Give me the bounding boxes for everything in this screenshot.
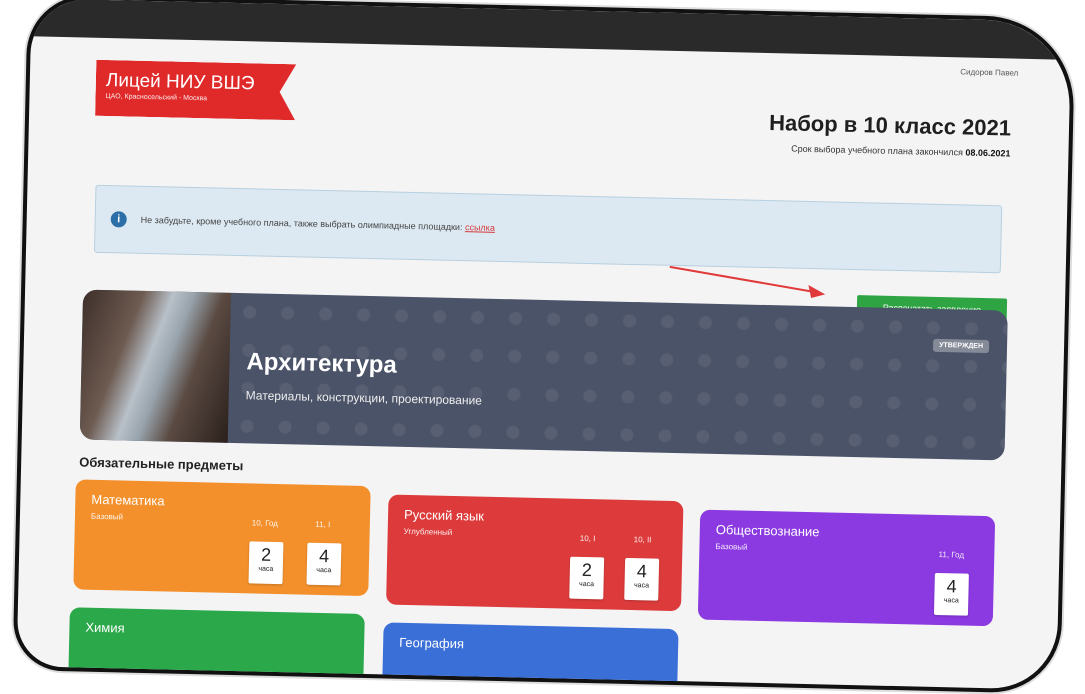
logo-title: Лицей НИУ ВШЭ <box>105 69 255 95</box>
deadline-date: 08.06.2021 <box>965 147 1011 159</box>
hours-box: 4 часа <box>624 557 660 601</box>
term-label: 10, II <box>633 535 652 545</box>
term-label: 11, Год <box>938 550 965 560</box>
subject-level: Базовый <box>90 511 124 522</box>
notice-message: Не забудьте, кроме учебного плана, также… <box>140 214 463 233</box>
deadline-info: Срок выбора учебного плана закончился 08… <box>791 144 1011 159</box>
hours-unit: часа <box>316 566 332 575</box>
deadline-text: Срок выбора учебного плана закончился <box>791 143 964 158</box>
subject-name: География <box>399 634 465 652</box>
subject-name: Химия <box>85 619 125 636</box>
status-badge: УТВЕРЖДЕН <box>932 338 990 354</box>
notice-alert: i Не забудьте, кроме учебного плана, так… <box>93 184 1003 274</box>
browser-screen: Сидоров Павел Лицей НИУ ВШЭ ЦАО, Краснос… <box>12 0 1076 694</box>
notice-text: Не забудьте, кроме учебного плана, также… <box>141 215 495 233</box>
subject-name: Русский язык <box>403 506 485 524</box>
hours-box: 4 часа <box>306 542 342 586</box>
hours-unit: часа <box>633 582 650 590</box>
hours-box: 2 часа <box>248 541 284 585</box>
subject-level: Углубленный <box>403 526 453 537</box>
subject-card-chemistry[interactable]: Химия <box>68 607 365 684</box>
user-name[interactable]: Сидоров Павел <box>960 67 1018 77</box>
hours-unit: часа <box>258 565 274 573</box>
subject-name: Обществознание <box>715 521 820 540</box>
hours-value: 4 <box>636 561 648 582</box>
olympiad-link[interactable]: ссылка <box>465 222 495 233</box>
subject-name: Математика <box>91 491 165 509</box>
red-arrow-icon <box>669 265 826 299</box>
term-label: 10, I <box>579 533 596 544</box>
subject-card-russian[interactable]: Русский язык Углубленный 10, I 10, II 2 … <box>386 494 684 612</box>
hours-value: 4 <box>318 545 330 567</box>
hours-value: 2 <box>581 559 593 581</box>
hours-value: 2 <box>260 544 272 565</box>
hours-box: 2 часа <box>569 556 605 600</box>
page-title: Набор в 10 класс 2021 <box>768 110 1012 141</box>
school-logo[interactable]: Лицей НИУ ВШЭ ЦАО, Красносельский - Моск… <box>95 60 296 121</box>
hours-box: 4 часа <box>933 572 969 616</box>
hours-unit: часа <box>943 597 959 605</box>
term-label: 10, Год <box>251 518 279 529</box>
subject-card-math[interactable]: Математика Базовый 10, Год 11, I 2 часа … <box>73 479 371 597</box>
profile-name: Архитектура <box>246 348 398 379</box>
hours-unit: часа <box>579 580 595 589</box>
subject-level: Базовый <box>715 541 748 552</box>
profile-banner: Архитектура Материалы, конструкции, прое… <box>79 289 1008 461</box>
term-label: 11, I <box>315 519 331 530</box>
info-icon: i <box>110 211 127 228</box>
architecture-photo <box>79 289 232 443</box>
top-bar <box>30 0 1072 60</box>
logo-subtitle: ЦАО, Красносельский - Москва <box>105 92 208 103</box>
hours-value: 4 <box>946 576 957 597</box>
required-subjects-heading: Обязательные предметы <box>79 454 244 474</box>
subject-card-geography[interactable]: География <box>382 622 679 694</box>
subject-card-social-studies[interactable]: Обществознание Базовый 11, Год 4 часа <box>697 509 996 627</box>
